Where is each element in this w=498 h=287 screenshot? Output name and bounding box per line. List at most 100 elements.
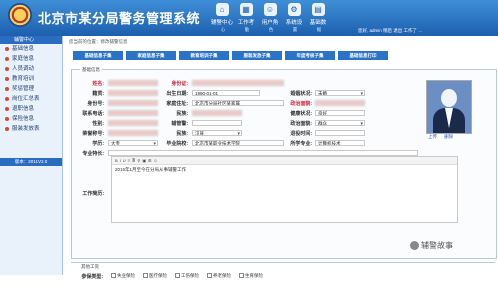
bullet-icon [5, 57, 9, 61]
table-icon[interactable]: ⊞ [148, 158, 151, 163]
major-field[interactable]: 计算机技术 [315, 140, 365, 146]
health-field[interactable]: 良好 [315, 110, 365, 116]
tab-family-info[interactable]: 家庭信息子集 [126, 51, 176, 60]
address-field[interactable]: 北京市分局社区某家属 [192, 100, 284, 106]
italic-icon[interactable]: I [120, 158, 121, 163]
sidebar-item-basic-info[interactable]: 基础信息 [0, 44, 62, 54]
political-status-select[interactable]: 群众 [315, 120, 365, 126]
gender-field[interactable] [108, 120, 158, 126]
basic-info-legend: 基础信息 [80, 67, 102, 73]
marital-select[interactable]: 未婚 [315, 90, 365, 96]
sidebar: 辅警中心 基础信息 家庭信息 人员调动 教育培训 奖惩管理 岗位汇总表 退职信息… [0, 36, 63, 275]
emoji-icon[interactable]: ☺ [153, 158, 157, 163]
major-label: 所学专业: [290, 141, 312, 147]
specialty-label: 专业特长: [82, 151, 104, 157]
bold-icon[interactable]: B [115, 158, 118, 163]
sidebar-item-retire[interactable]: 退职信息 [0, 104, 62, 114]
insurance-option-maternity[interactable]: 生育保险 [239, 273, 263, 279]
data-icon: ▤ [311, 3, 325, 16]
id-card-field[interactable] [192, 80, 284, 86]
home-icon: ⌂ [215, 3, 229, 16]
native-place-label: 籍贯: [92, 91, 104, 97]
sidebar-item-uniform[interactable]: 服装发放表 [0, 124, 62, 134]
image-icon[interactable]: ▣ [142, 158, 146, 163]
ethnicity-field[interactable] [192, 110, 242, 116]
honorable-field[interactable] [108, 130, 158, 136]
native-place-field[interactable] [108, 90, 158, 96]
tab-uniform[interactable]: 服装发放子集 [232, 51, 282, 60]
app-header: 北京市某分局警务管理系统 ⌂ 辅警中心 ▦ 工作考 ☺ 用户角 ⚙ 系统设 ▤ 基础数 心… [0, 0, 498, 36]
photo-actions: 上传 删除 [428, 134, 459, 140]
checkbox-icon [111, 273, 116, 279]
checkbox-icon [239, 273, 244, 279]
honorable-label: 荣誉称号: [82, 131, 104, 137]
bullet-icon [5, 67, 9, 71]
profile-photo [426, 80, 472, 134]
tel-field[interactable] [108, 110, 158, 116]
tab-annual-review[interactable]: 年度考核子集 [285, 51, 335, 60]
education-select[interactable]: 大专 [108, 140, 158, 146]
wechat-icon [410, 241, 419, 251]
other-wages-legend: 其他工资 [79, 264, 101, 270]
insurance-option-injury[interactable]: 工伤保险 [175, 273, 199, 279]
upload-photo-link[interactable]: 上传 [428, 134, 437, 139]
link-icon[interactable]: ⚲ [137, 158, 140, 163]
bullet-icon [5, 47, 9, 51]
political-status-label: 政治面貌: [290, 121, 312, 127]
birth-date-label: 出生日期: [166, 91, 188, 97]
insurance-option-pension[interactable]: 养老保险 [207, 273, 231, 279]
insurance-option-medical[interactable]: 医疗保险 [143, 273, 167, 279]
sidebar-item-insurance[interactable]: 保险信息 [0, 114, 62, 124]
work-history-editor[interactable]: B I U ≡ ≣ ⚲ ▣ ⊞ ☺ 2016年1月至今在分局从事辅警工作 [111, 156, 458, 223]
health-label: 健康状况: [290, 111, 312, 117]
sidebar-item-training[interactable]: 教育培训 [0, 74, 62, 84]
name-field[interactable] [108, 80, 158, 86]
insurance-label: 参保类型: [81, 274, 103, 280]
breadcrumb: 您当前的位置：修改辅警信息 [69, 39, 128, 44]
bullet-icon [5, 117, 9, 121]
tab-education[interactable]: 教育培训子集 [179, 51, 229, 60]
align-center-icon[interactable]: ≣ [132, 158, 135, 163]
checkbox-icon [207, 273, 212, 279]
delete-photo-link[interactable]: 删除 [444, 134, 453, 139]
sidebar-title: 辅警中心 [0, 36, 62, 44]
insurance-option-unemployment[interactable]: 失业保险 [111, 273, 135, 279]
id-number-field[interactable] [108, 100, 158, 106]
insurance-options: 失业保险 医疗保险 工伤保险 养老保险 生育保险 [111, 273, 263, 279]
politics-label: 政治面貌: [290, 101, 312, 107]
version-label: 版本：2011V2.0 [0, 158, 62, 166]
education-label: 学历: [92, 141, 104, 147]
birth-date-field[interactable]: 1990-01-01 [192, 90, 260, 96]
marital-label: 婚姻状况: [290, 91, 312, 97]
enlist-field[interactable] [315, 130, 365, 136]
watermark: 辅警故事 [410, 240, 453, 251]
gender-label: 性别: [92, 121, 104, 127]
enlist-label: 退役时间: [290, 131, 312, 137]
address-label: 家庭住址: [166, 101, 188, 107]
bullet-icon [5, 77, 9, 81]
bullet-icon [5, 127, 9, 131]
align-left-icon[interactable]: ≡ [128, 158, 130, 163]
police-emblem-icon [8, 3, 32, 27]
editor-content: 2016年1月至今在分局从事辅警工作 [115, 167, 187, 172]
checkbox-icon [143, 273, 148, 279]
sidebar-item-rewards[interactable]: 奖惩管理 [0, 84, 62, 94]
underline-icon[interactable]: U [123, 158, 126, 163]
sidebar-item-transfer[interactable]: 人员调动 [0, 64, 62, 74]
nationality-select[interactable]: 汉族 [192, 130, 242, 136]
checkbox-icon [175, 273, 180, 279]
sidebar-item-family-info[interactable]: 家庭信息 [0, 54, 62, 64]
tel-label: 联系电话: [82, 111, 104, 117]
sidebar-item-posts[interactable]: 岗位汇总表 [0, 94, 62, 104]
grad-school-field[interactable]: 北京市某职业技术学院 [192, 140, 284, 146]
id-card-label: 身份证: [171, 81, 188, 87]
user-bar[interactable]: 您好, admin 稍后 退出 工作了 ... [358, 28, 422, 34]
assist-mgr-field[interactable] [192, 120, 242, 126]
tab-print[interactable]: 基础信息打印 [338, 51, 388, 60]
tab-basic-info[interactable]: 基础信息子集 [73, 51, 123, 60]
politics-field[interactable] [315, 100, 365, 106]
grad-school-label: 毕业院校: [166, 141, 188, 147]
settings-icon: ⚙ [287, 3, 301, 16]
bullet-icon [5, 107, 9, 111]
app-title: 北京市某分局警务管理系统 [38, 11, 201, 26]
